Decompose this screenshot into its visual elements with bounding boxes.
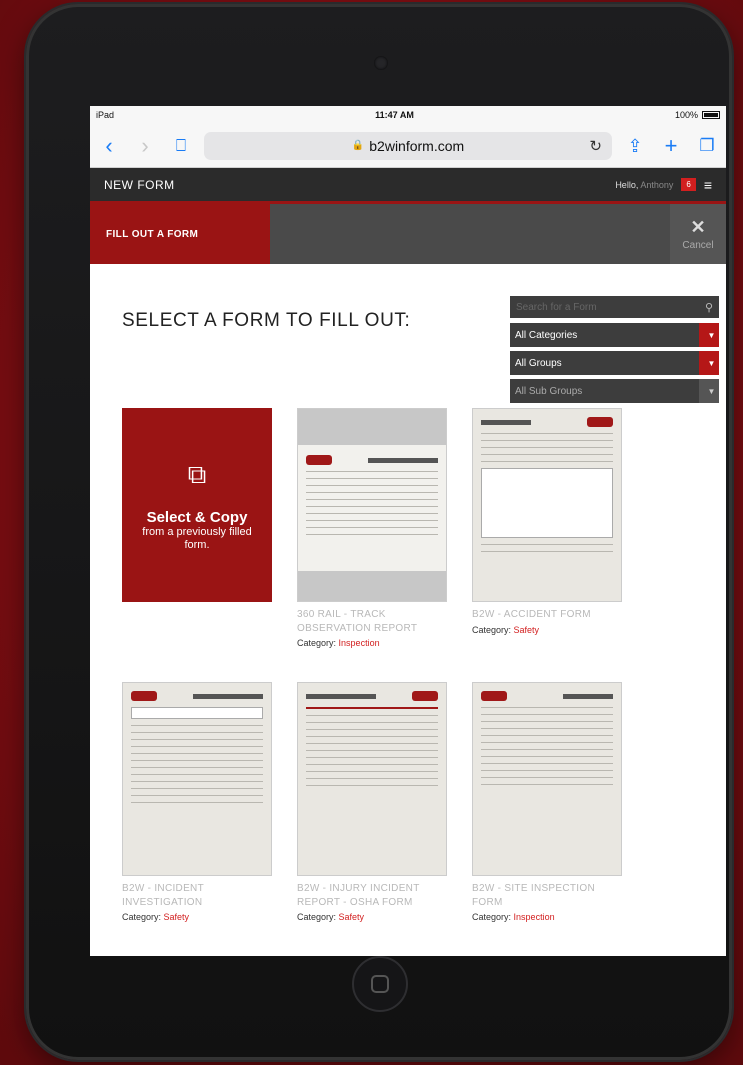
browser-toolbar: ‹ › ⎕ 🔒 b2winform.com ↻ ⇪ + ❐: [90, 124, 726, 168]
select-copy-card[interactable]: ⧉ Select & Copy from a previously filled…: [122, 408, 272, 602]
form-category: Category: Safety: [472, 624, 540, 635]
page-title: NEW FORM: [104, 177, 175, 192]
subgroup-select[interactable]: All Sub Groups ▼: [510, 379, 719, 403]
copy-card-subtitle: from a previously filled form.: [142, 525, 252, 551]
lock-icon: 🔒: [351, 140, 365, 151]
user-name: Anthony: [640, 179, 674, 190]
cancel-button[interactable]: ✕ Cancel: [670, 204, 726, 264]
forward-icon[interactable]: ›: [132, 134, 158, 157]
reload-icon[interactable]: ↻: [589, 137, 602, 155]
chevron-down-icon: ▼: [699, 351, 719, 375]
form-thumbnail: [472, 682, 622, 876]
form-name: B2W - INJURY INCIDENT REPORT - OSHA FORM: [297, 883, 420, 908]
form-category: Category: Safety: [297, 912, 365, 922]
status-time: 11:47 AM: [375, 110, 414, 120]
device-label: iPad: [96, 110, 115, 120]
form-thumbnail: [297, 408, 447, 602]
cancel-label: Cancel: [682, 239, 714, 251]
tabs-icon[interactable]: ❐: [694, 137, 720, 154]
copy-icon: ⧉: [187, 458, 207, 489]
form-name: B2W - ACCIDENT FORM: [472, 609, 591, 620]
url-text: b2winform.com: [369, 137, 465, 154]
category-select[interactable]: All Categories ▼: [510, 323, 719, 347]
ipad-frame: iPad 11:47 AM 100% ‹ › ⎕ 🔒 b2winform.com…: [26, 4, 732, 1060]
search-icon: ⚲: [704, 301, 713, 314]
action-bar: FILL OUT A FORM ✕ Cancel: [90, 204, 726, 264]
camera-icon: [374, 56, 388, 70]
chevron-down-icon: ▼: [699, 323, 719, 347]
filter-panel: Search for a Form ⚲ All Categories ▼ All…: [510, 296, 719, 407]
chevron-down-icon: ▼: [699, 379, 719, 403]
form-thumbnail: [472, 408, 622, 602]
back-icon[interactable]: ‹: [96, 134, 122, 157]
new-tab-icon[interactable]: +: [658, 134, 684, 157]
address-bar[interactable]: 🔒 b2winform.com ↻: [204, 131, 612, 160]
search-input[interactable]: Search for a Form ⚲: [510, 296, 719, 318]
form-name: B2W - SITE INSPECTION FORM: [472, 883, 595, 908]
form-thumbnail: [122, 682, 272, 876]
form-category: Category: Inspection: [297, 638, 380, 648]
menu-icon[interactable]: ≡: [704, 177, 712, 193]
notification-badge[interactable]: 6: [681, 178, 696, 191]
screen: iPad 11:47 AM 100% ‹ › ⎕ 🔒 b2winform.com…: [90, 106, 726, 956]
form-thumbnail: [297, 682, 447, 876]
share-icon[interactable]: ⇪: [622, 137, 648, 155]
status-bar: iPad 11:47 AM 100%: [90, 106, 726, 124]
battery-percent: 100%: [674, 110, 698, 120]
copy-card-title: Select & Copy: [146, 508, 248, 526]
form-category: Category: Inspection: [472, 912, 555, 922]
close-icon: ✕: [690, 216, 706, 237]
section-heading: SELECT A FORM TO FILL OUT:: [122, 310, 411, 331]
greeting: Hello, Anthony: [615, 179, 674, 190]
form-category: Category: Safety: [122, 912, 190, 922]
tab-fill-out-form[interactable]: FILL OUT A FORM: [90, 204, 270, 264]
bookmarks-icon[interactable]: ⎕: [168, 137, 194, 154]
form-card[interactable]: 360 RAIL - TRACK OBSERVATION REPORT Cate…: [297, 408, 447, 648]
main-content: SELECT A FORM TO FILL OUT: Search for a …: [90, 264, 726, 956]
form-name: B2W - INCIDENT INVESTIGATION: [122, 883, 204, 908]
form-card[interactable]: B2W - INCIDENT INVESTIGATION Category: S…: [122, 682, 272, 922]
form-card[interactable]: B2W - INJURY INCIDENT REPORT - OSHA FORM…: [297, 682, 447, 922]
form-name: 360 RAIL - TRACK OBSERVATION REPORT: [297, 609, 418, 634]
form-card[interactable]: B2W - ACCIDENT FORM Category: Safety: [472, 408, 622, 635]
battery-icon: [701, 111, 720, 119]
search-placeholder: Search for a Form: [516, 301, 597, 313]
app-header: NEW FORM Hello, Anthony 6 ≡: [90, 168, 726, 204]
form-card[interactable]: B2W - SITE INSPECTION FORM Category: Ins…: [472, 682, 622, 922]
group-select[interactable]: All Groups ▼: [510, 351, 719, 375]
home-button[interactable]: [352, 956, 408, 1012]
